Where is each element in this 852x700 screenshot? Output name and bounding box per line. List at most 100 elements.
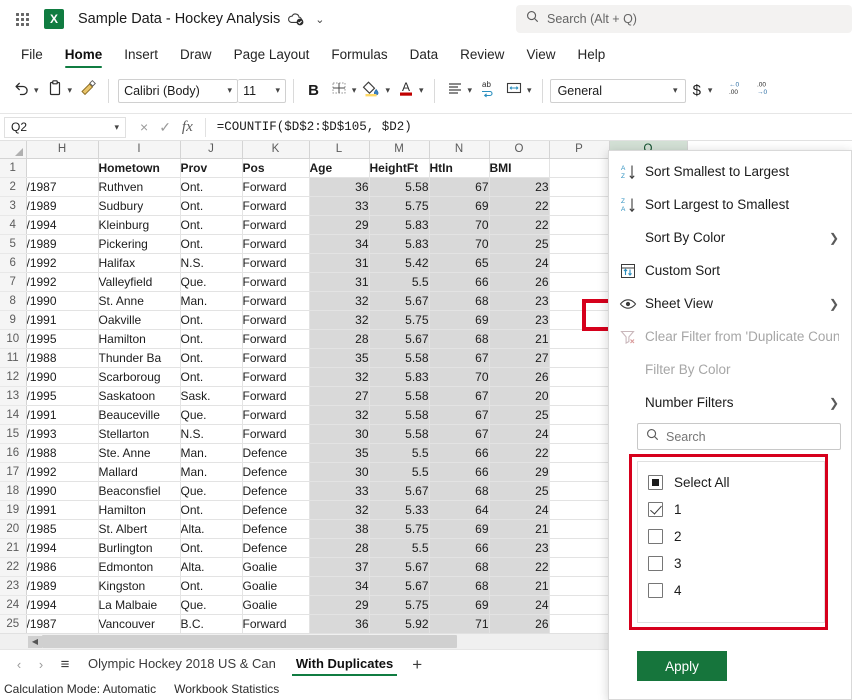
cell-P5[interactable] [549, 234, 609, 253]
cell-I16[interactable]: Ste. Anne [98, 443, 180, 462]
sheet-tab-olympic-hockey[interactable]: Olympic Hockey 2018 US & Can [78, 653, 286, 676]
cell-N20[interactable]: 69 [429, 519, 489, 538]
cell-K10[interactable]: Forward [242, 329, 309, 348]
cell-O18[interactable]: 25 [489, 481, 549, 500]
cell-O10[interactable]: 21 [489, 329, 549, 348]
cell-K8[interactable]: Forward [242, 291, 309, 310]
cell-P21[interactable] [549, 538, 609, 557]
cell-L4[interactable]: 29 [309, 215, 369, 234]
cell-L17[interactable]: 30 [309, 462, 369, 481]
cell-P23[interactable] [549, 576, 609, 595]
cell-I17[interactable]: Mallard [98, 462, 180, 481]
cell-O21[interactable]: 23 [489, 538, 549, 557]
cell-J15[interactable]: N.S. [180, 424, 242, 443]
cell-P14[interactable] [549, 405, 609, 424]
cell-H12[interactable]: /1990 [26, 367, 98, 386]
apply-button[interactable]: Apply [637, 651, 727, 681]
cell-K4[interactable]: Forward [242, 215, 309, 234]
fill-color-chevron-down-icon[interactable]: ▾ [385, 85, 390, 96]
all-sheets-menu-icon[interactable]: ≡ [52, 656, 78, 673]
cell-J22[interactable]: Alta. [180, 557, 242, 576]
column-header-K[interactable]: K [242, 141, 309, 158]
cell-I9[interactable]: Oakville [98, 310, 180, 329]
cell-K17[interactable]: Defence [242, 462, 309, 481]
cell-K9[interactable]: Forward [242, 310, 309, 329]
checkbox-unchecked-icon[interactable] [648, 583, 663, 598]
cell-J12[interactable]: Ont. [180, 367, 242, 386]
cell-M4[interactable]: 5.83 [369, 215, 429, 234]
checkbox-unchecked-icon[interactable] [648, 556, 663, 571]
bold-button[interactable]: B [301, 81, 326, 100]
cell-L11[interactable]: 35 [309, 348, 369, 367]
cell-M11[interactable]: 5.58 [369, 348, 429, 367]
cell-P15[interactable] [549, 424, 609, 443]
cell-M18[interactable]: 5.67 [369, 481, 429, 500]
menu-item-custom-sort[interactable]: Custom Sort [609, 254, 851, 287]
cell-K24[interactable]: Goalie [242, 595, 309, 614]
cell-M3[interactable]: 5.75 [369, 196, 429, 215]
row-header-13[interactable]: 13 [0, 386, 26, 405]
checkbox-partial-icon[interactable] [648, 475, 663, 490]
ribbon-tab-home[interactable]: Home [54, 45, 114, 68]
cell-I14[interactable]: Beauceville [98, 405, 180, 424]
cell-K16[interactable]: Defence [242, 443, 309, 462]
ribbon-tab-file[interactable]: File [10, 45, 54, 68]
cell-O20[interactable]: 21 [489, 519, 549, 538]
cell-P2[interactable] [549, 177, 609, 196]
cell-N7[interactable]: 66 [429, 272, 489, 291]
cell-M17[interactable]: 5.5 [369, 462, 429, 481]
cell-N13[interactable]: 67 [429, 386, 489, 405]
cell-O3[interactable]: 22 [489, 196, 549, 215]
cell-L13[interactable]: 27 [309, 386, 369, 405]
cell-J11[interactable]: Ont. [180, 348, 242, 367]
cell-J5[interactable]: Ont. [180, 234, 242, 253]
cell-M7[interactable]: 5.5 [369, 272, 429, 291]
cell-N15[interactable]: 67 [429, 424, 489, 443]
add-sheet-button[interactable]: + [403, 655, 431, 675]
cell-P11[interactable] [549, 348, 609, 367]
cell-N19[interactable]: 64 [429, 500, 489, 519]
cell-M19[interactable]: 5.33 [369, 500, 429, 519]
cell-N8[interactable]: 68 [429, 291, 489, 310]
row-header-2[interactable]: 2 [0, 177, 26, 196]
cell-L19[interactable]: 32 [309, 500, 369, 519]
cell-L5[interactable]: 34 [309, 234, 369, 253]
cell-L1[interactable]: Age [309, 158, 369, 177]
cell-K25[interactable]: Forward [242, 614, 309, 633]
cell-N16[interactable]: 66 [429, 443, 489, 462]
cell-M10[interactable]: 5.67 [369, 329, 429, 348]
currency-chevron-down-icon[interactable]: ▾ [708, 85, 713, 96]
column-header-P[interactable]: P [549, 141, 609, 158]
column-header-M[interactable]: M [369, 141, 429, 158]
cell-M14[interactable]: 5.58 [369, 405, 429, 424]
row-header-16[interactable]: 16 [0, 443, 26, 462]
paste-chevron-down-icon[interactable]: ▾ [68, 85, 73, 96]
name-box-chevron-down-icon[interactable]: ▾ [114, 122, 119, 133]
borders-chevron-down-icon[interactable]: ▾ [352, 85, 357, 96]
ribbon-tab-data[interactable]: Data [399, 45, 450, 68]
filter-option-1[interactable]: 1 [638, 496, 824, 523]
font-size-select[interactable]: 11 ▾ [238, 79, 286, 103]
font-name-select[interactable]: Calibri (Body) ▾ [118, 79, 238, 103]
sheet-prev-arrow-icon[interactable]: ‹ [8, 657, 30, 672]
row-header-17[interactable]: 17 [0, 462, 26, 481]
row-header-12[interactable]: 12 [0, 367, 26, 386]
cell-L2[interactable]: 36 [309, 177, 369, 196]
column-header-I[interactable]: I [98, 141, 180, 158]
cell-O14[interactable]: 25 [489, 405, 549, 424]
cell-K19[interactable]: Defence [242, 500, 309, 519]
cell-H3[interactable]: /1989 [26, 196, 98, 215]
cell-O19[interactable]: 24 [489, 500, 549, 519]
cell-J18[interactable]: Que. [180, 481, 242, 500]
cell-O11[interactable]: 27 [489, 348, 549, 367]
cell-O5[interactable]: 25 [489, 234, 549, 253]
cell-J1[interactable]: Prov [180, 158, 242, 177]
cell-N11[interactable]: 67 [429, 348, 489, 367]
cell-K14[interactable]: Forward [242, 405, 309, 424]
cell-I13[interactable]: Saskatoon [98, 386, 180, 405]
font-color-button[interactable]: A ▾ [393, 75, 427, 106]
cell-I18[interactable]: Beaconsfiel [98, 481, 180, 500]
cell-K13[interactable]: Forward [242, 386, 309, 405]
cell-N6[interactable]: 65 [429, 253, 489, 272]
row-header-5[interactable]: 5 [0, 234, 26, 253]
